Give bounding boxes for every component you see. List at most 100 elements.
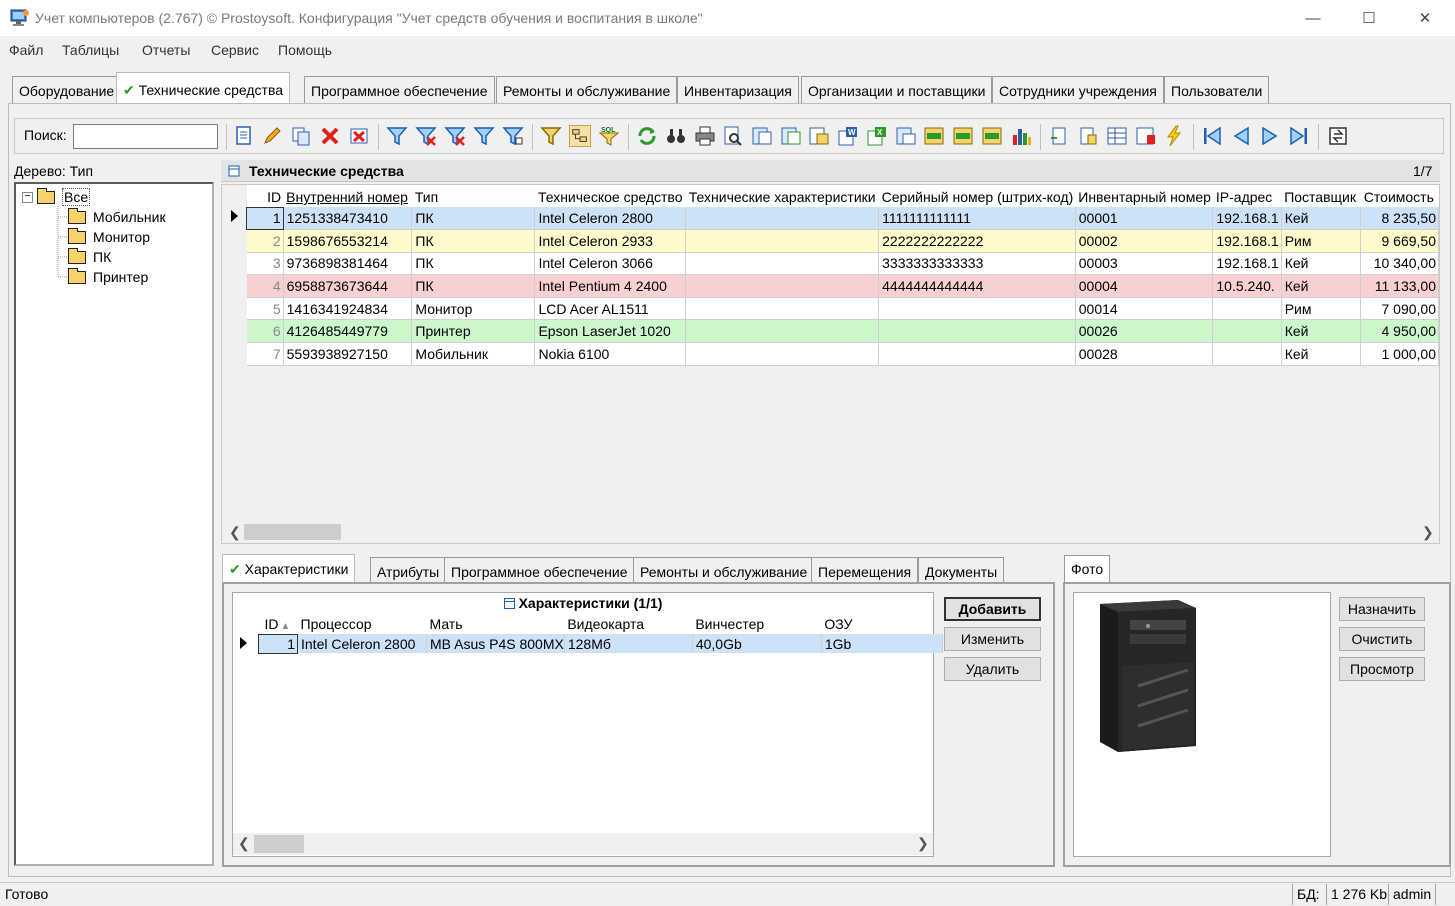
view-photo-button[interactable]: Просмотр: [1339, 657, 1425, 681]
cell-type[interactable]: Принтер: [411, 319, 536, 344]
col-motherboard[interactable]: Мать: [427, 614, 565, 634]
cell-type[interactable]: ПК: [411, 207, 536, 231]
export-rtf-icon[interactable]: [895, 125, 917, 147]
delete-icon[interactable]: [319, 125, 341, 147]
col-device[interactable]: Техническое средство: [534, 185, 686, 207]
cell-inventory[interactable]: 00004: [1075, 274, 1214, 298]
menu-reports[interactable]: Отчеты: [142, 42, 190, 58]
table-row[interactable]: 1 Intel Celeron 2800 MB Asus P4S 800MX 1…: [258, 633, 943, 654]
col-hdd[interactable]: Винчестер: [692, 614, 821, 634]
col-supplier[interactable]: Поставщик: [1281, 185, 1361, 207]
export-excel-icon[interactable]: X: [866, 125, 888, 147]
maximize-button[interactable]: ☐: [1341, 0, 1397, 36]
collapse-icon[interactable]: −: [22, 191, 33, 203]
table-row[interactable]: 7 5593938927150 Мобильник Nokia 6100 00028 Ке…: [246, 342, 1439, 366]
cell-id[interactable]: 6: [246, 319, 284, 344]
cell-specs[interactable]: [685, 252, 880, 276]
export-word-icon[interactable]: W: [837, 125, 859, 147]
cell-serial[interactable]: 3333333333333: [878, 252, 1076, 276]
tab-users[interactable]: Пользователи: [1164, 76, 1270, 105]
cell-id[interactable]: 5: [246, 297, 284, 321]
col-gpu[interactable]: Видеокарта: [564, 614, 692, 634]
cell-specs[interactable]: [685, 342, 880, 366]
cell-supplier[interactable]: Рим: [1281, 297, 1362, 321]
tab-technical-means[interactable]: ✔ Технические средства: [116, 72, 291, 106]
export-csv-icon[interactable]: [923, 125, 945, 147]
cell-inventory[interactable]: 00028: [1075, 342, 1214, 366]
cell-inventory[interactable]: 00014: [1075, 297, 1214, 321]
cell-id[interactable]: 1: [246, 206, 284, 231]
tab-documents[interactable]: Документы: [918, 557, 1005, 584]
cell-supplier[interactable]: Кей: [1281, 274, 1362, 298]
tree-item-pc[interactable]: ПК: [68, 247, 111, 266]
table-row[interactable]: 3 9736898381464 ПК Intel Celeron 3066 333333…: [246, 252, 1439, 276]
cell-ip[interactable]: 192.168.1: [1212, 229, 1282, 253]
cell-specs[interactable]: [685, 207, 880, 231]
barcode-icon[interactable]: [1077, 125, 1099, 147]
cell-specs[interactable]: [685, 319, 880, 344]
export-dbf-icon[interactable]: [981, 125, 1003, 147]
filter-remove-icon[interactable]: [444, 125, 466, 147]
scrollbar-thumb[interactable]: [254, 835, 304, 853]
tree-item-mobile[interactable]: Мобильник: [68, 207, 166, 226]
edit-icon[interactable]: [261, 125, 283, 147]
filter-edit-icon[interactable]: [502, 125, 524, 147]
card-view-icon[interactable]: [1327, 125, 1349, 147]
export-xml-icon[interactable]: [808, 125, 830, 147]
tab-photo[interactable]: Фото: [1064, 555, 1111, 584]
col-inventory[interactable]: Инвентарный номер: [1075, 185, 1213, 207]
cell-device[interactable]: Intel Celeron 2933: [534, 229, 687, 253]
cell-device[interactable]: Nokia 6100: [534, 342, 687, 366]
cell-ip[interactable]: 192.168.1: [1212, 207, 1282, 231]
cell-internal-number[interactable]: 1416341924834: [283, 297, 413, 321]
delete-button[interactable]: Удалить: [944, 657, 1041, 681]
search-input[interactable]: [73, 124, 218, 149]
cell-ip[interactable]: 192.168.1: [1212, 252, 1282, 276]
cell-supplier[interactable]: Кей: [1281, 319, 1362, 344]
cell-device[interactable]: Intel Pentium 4 2400: [534, 274, 687, 298]
menu-tables[interactable]: Таблицы: [62, 42, 119, 58]
cell-cost[interactable]: 7 090,00: [1360, 297, 1439, 321]
scroll-left-icon[interactable]: ❮: [238, 835, 250, 852]
tab-equipment[interactable]: Оборудование: [12, 76, 122, 105]
delete-all-icon[interactable]: [348, 125, 370, 147]
cell-gpu[interactable]: 128Мб: [564, 634, 693, 653]
scroll-left-icon[interactable]: ❮: [229, 524, 241, 541]
table-row[interactable]: 2 1598676553214 ПК Intel Celeron 2933 222222…: [246, 229, 1439, 253]
cell-ip[interactable]: [1212, 319, 1282, 344]
tab-inventory[interactable]: Инвентаризация: [677, 76, 799, 105]
cell-supplier[interactable]: Кей: [1281, 207, 1362, 231]
print-icon[interactable]: [694, 125, 716, 147]
import-icon[interactable]: [1048, 125, 1070, 147]
tab-detail-software[interactable]: Программное обеспечение: [444, 557, 635, 584]
cell-id[interactable]: 2: [246, 229, 284, 253]
cell-cost[interactable]: 4 950,00: [1360, 319, 1439, 344]
cell-type[interactable]: Мобильник: [411, 342, 536, 366]
tab-movements[interactable]: Перемещения: [811, 557, 919, 584]
cell-device[interactable]: Epson LaserJet 1020: [534, 319, 687, 344]
chart-icon[interactable]: [1010, 125, 1032, 147]
horizontal-scrollbar[interactable]: [222, 522, 1439, 542]
cell-serial[interactable]: [878, 342, 1076, 366]
tab-characteristics[interactable]: ✔ Характеристики: [222, 554, 356, 584]
table-settings-icon[interactable]: [1106, 125, 1128, 147]
col-internal-number[interactable]: Внутренний номер: [283, 185, 412, 207]
table-row[interactable]: 5 1416341924834 Монитор LCD Acer AL1511 0001…: [246, 297, 1439, 321]
tree-item-monitor[interactable]: Монитор: [68, 227, 150, 246]
cell-type[interactable]: ПК: [411, 252, 536, 276]
sql-filter-icon[interactable]: SQL: [598, 125, 620, 147]
col-ram[interactable]: ОЗУ: [821, 614, 942, 634]
cell-ram[interactable]: 1Gb: [821, 634, 943, 653]
table-row[interactable]: 6 4126485449779 Принтер Epson LaserJet 1020…: [246, 319, 1439, 344]
last-record-icon[interactable]: [1288, 125, 1310, 147]
cell-ip[interactable]: [1212, 342, 1282, 366]
first-record-icon[interactable]: [1201, 125, 1223, 147]
cell-internal-number[interactable]: 1251338473410: [283, 207, 413, 231]
table-row[interactable]: 1 1251338473410 ПК Intel Celeron 2800 111111…: [246, 206, 1439, 231]
scroll-right-icon[interactable]: ❯: [917, 835, 929, 852]
scroll-right-icon[interactable]: ❯: [1422, 524, 1434, 541]
export-html-icon[interactable]: [780, 125, 802, 147]
col-type[interactable]: Тип: [411, 185, 535, 207]
filter-add-icon[interactable]: [473, 125, 495, 147]
cell-serial[interactable]: 2222222222222: [878, 229, 1076, 253]
